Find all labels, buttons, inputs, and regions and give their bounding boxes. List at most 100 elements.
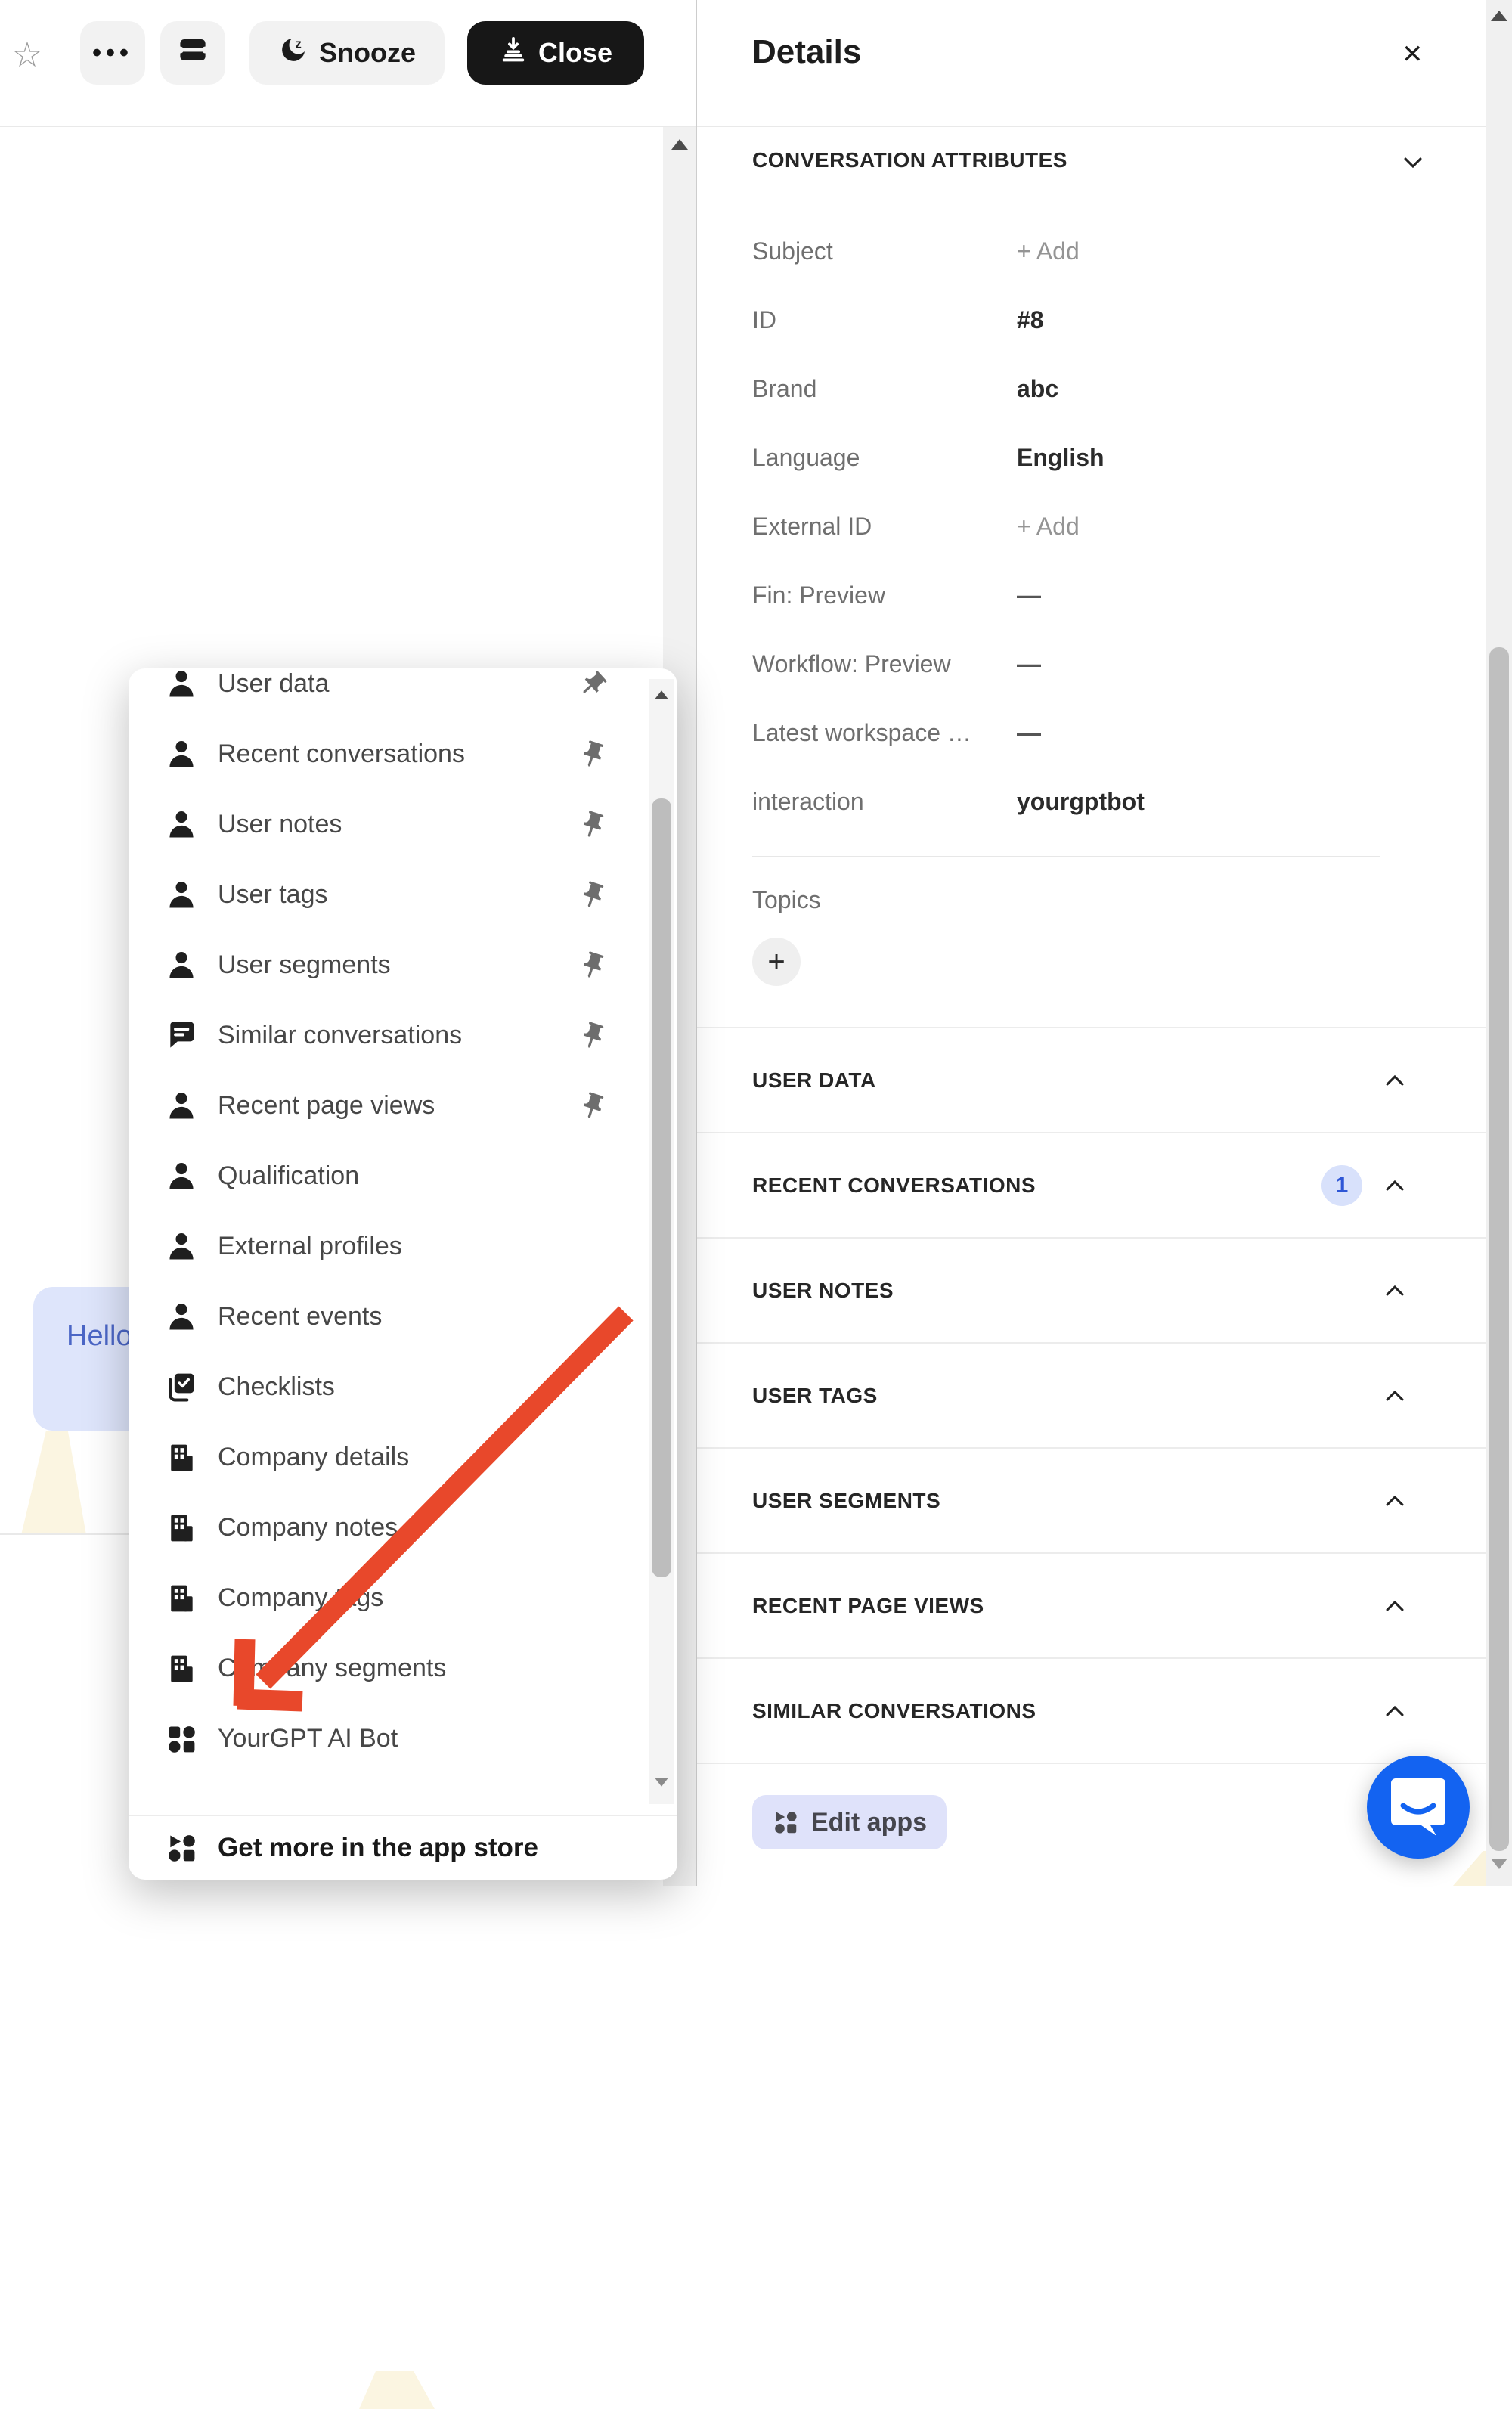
- scroll-down-icon[interactable]: [654, 1778, 669, 1787]
- attribute-row: Latest workspace … —: [752, 699, 1433, 767]
- conversation-attributes-header: CONVERSATION ATTRIBUTES: [752, 148, 1067, 172]
- chevron-up-icon[interactable]: [1382, 1383, 1408, 1409]
- section-label: USER TAGS: [752, 1383, 878, 1407]
- dropdown-item[interactable]: Company tags: [129, 1563, 677, 1633]
- building-icon: [165, 1582, 198, 1615]
- dropdown-item[interactable]: Similar conversations: [129, 1000, 677, 1071]
- pin-icon[interactable]: [574, 735, 612, 773]
- ticket-button[interactable]: [160, 21, 225, 85]
- ellipsis-icon: •••: [92, 39, 133, 67]
- dropdown-item-label: User tags: [218, 880, 328, 909]
- building-icon: [165, 1441, 198, 1474]
- dropdown-item[interactable]: Company segments: [129, 1633, 677, 1704]
- ticket-icon: [176, 34, 209, 73]
- attribute-value[interactable]: —: [1017, 719, 1041, 747]
- pin-icon[interactable]: [574, 1016, 612, 1054]
- dropdown-item[interactable]: Company details: [129, 1422, 677, 1493]
- pin-icon[interactable]: [572, 668, 614, 705]
- pin-icon[interactable]: [574, 805, 612, 843]
- chevron-up-icon[interactable]: [1382, 1278, 1408, 1304]
- dropdown-item-label: User segments: [218, 950, 391, 979]
- details-section-header[interactable]: USER TAGS: [697, 1342, 1486, 1447]
- messenger-chat-icon: [1391, 1778, 1445, 1836]
- attribute-value[interactable]: abc: [1017, 375, 1058, 403]
- chat-bubble-icon: [165, 1019, 198, 1053]
- scroll-up-icon[interactable]: [671, 139, 688, 150]
- dropdown-item-label: Company segments: [218, 1654, 447, 1682]
- dropdown-item[interactable]: Recent page views: [129, 1071, 677, 1141]
- attribute-value[interactable]: yourgptbot: [1017, 788, 1145, 816]
- dropdown-item[interactable]: User tags: [129, 860, 677, 930]
- attribute-row: Workflow: Preview —: [752, 630, 1433, 699]
- edit-apps-button[interactable]: Edit apps: [752, 1795, 947, 1849]
- dropdown-item[interactable]: Recent conversations: [129, 719, 677, 789]
- chevron-up-icon[interactable]: [1382, 1068, 1408, 1093]
- highlight-beam: [21, 1431, 86, 1535]
- add-attribute-value-button[interactable]: + Add: [1017, 237, 1080, 265]
- dropdown-item[interactable]: User segments: [129, 930, 677, 1000]
- attribute-value[interactable]: —: [1017, 650, 1041, 678]
- dropdown-item[interactable]: Qualification: [129, 1141, 677, 1211]
- attribute-row: Brand abc: [752, 355, 1433, 423]
- details-section-header[interactable]: RECENT CONVERSATIONS 1: [697, 1132, 1486, 1237]
- close-details-icon[interactable]: ✕: [1402, 39, 1424, 70]
- dropdown-item-label: Recent page views: [218, 1091, 435, 1120]
- dropdown-item[interactable]: User data: [129, 668, 677, 719]
- chevron-down-icon[interactable]: [1400, 150, 1426, 175]
- dropdown-item[interactable]: Checklists: [129, 1352, 677, 1422]
- section-label: USER NOTES: [752, 1278, 894, 1302]
- scroll-up-icon[interactable]: [654, 690, 669, 699]
- section-label: RECENT CONVERSATIONS: [752, 1173, 1036, 1197]
- dropdown-item-label: External profiles: [218, 1232, 402, 1260]
- dropdown-item[interactable]: Company notes: [129, 1493, 677, 1563]
- person-icon: [165, 1230, 198, 1263]
- chevron-up-icon[interactable]: [1382, 1593, 1408, 1619]
- pin-icon[interactable]: [574, 946, 612, 984]
- app-grid-icon: [165, 1722, 198, 1756]
- details-section-header[interactable]: RECENT PAGE VIEWS: [697, 1552, 1486, 1657]
- scroll-down-icon[interactable]: [1491, 1859, 1507, 1869]
- details-section-header[interactable]: USER NOTES: [697, 1237, 1486, 1342]
- details-section-header[interactable]: USER DATA: [697, 1027, 1486, 1132]
- pin-icon[interactable]: [574, 1087, 612, 1124]
- person-icon: [165, 668, 198, 701]
- add-attribute-value-button[interactable]: + Add: [1017, 513, 1080, 541]
- attribute-value[interactable]: —: [1017, 581, 1041, 609]
- dropdown-item-label: Similar conversations: [218, 1021, 463, 1049]
- messenger-launcher-button[interactable]: [1367, 1756, 1470, 1859]
- star-icon: ☆: [11, 35, 43, 74]
- details-section-header[interactable]: SIMILAR CONVERSATIONS: [697, 1657, 1486, 1763]
- more-options-button[interactable]: •••: [80, 21, 145, 85]
- snooze-label: Snooze: [318, 37, 416, 68]
- details-panel: Details ✕ CONVERSATION ATTRIBUTES Subjec…: [697, 0, 1512, 1886]
- attribute-row: Fin: Preview —: [752, 561, 1433, 630]
- dropdown-scrollbar[interactable]: [649, 679, 674, 1804]
- building-icon: [165, 1652, 198, 1685]
- dropdown-item-label: Company tags: [218, 1583, 384, 1612]
- attribute-label: Subject: [752, 237, 833, 265]
- dropdown-item[interactable]: YourGPT AI Bot: [129, 1704, 677, 1774]
- page-scrollbar-thumb[interactable]: [1489, 647, 1509, 1851]
- close-conversation-button[interactable]: Close: [467, 21, 644, 85]
- page-scrollbar[interactable]: [1486, 0, 1512, 1886]
- app-store-label: Get more in the app store: [218, 1833, 538, 1862]
- attribute-row: Subject + Add: [752, 217, 1433, 286]
- dropdown-item[interactable]: Recent events: [129, 1282, 677, 1352]
- attribute-value[interactable]: #8: [1017, 306, 1044, 334]
- details-section-header[interactable]: USER SEGMENTS: [697, 1447, 1486, 1552]
- pin-icon[interactable]: [574, 876, 612, 913]
- snooze-button[interactable]: z Snooze: [249, 21, 445, 85]
- attribute-value[interactable]: English: [1017, 444, 1105, 472]
- dropdown-item[interactable]: External profiles: [129, 1211, 677, 1282]
- dropdown-scrollbar-thumb[interactable]: [652, 798, 671, 1577]
- app-store-menu-item[interactable]: Get more in the app store: [129, 1816, 677, 1880]
- star-button[interactable]: ☆: [6, 33, 48, 76]
- scroll-up-icon[interactable]: [1491, 11, 1507, 21]
- attribute-label: Brand: [752, 375, 817, 402]
- add-topic-button[interactable]: +: [752, 938, 801, 986]
- person-icon: [165, 1160, 198, 1193]
- dropdown-item[interactable]: User notes: [129, 789, 677, 860]
- chevron-up-icon[interactable]: [1382, 1488, 1408, 1514]
- chevron-up-icon[interactable]: [1382, 1698, 1408, 1724]
- chevron-up-icon[interactable]: [1382, 1173, 1408, 1198]
